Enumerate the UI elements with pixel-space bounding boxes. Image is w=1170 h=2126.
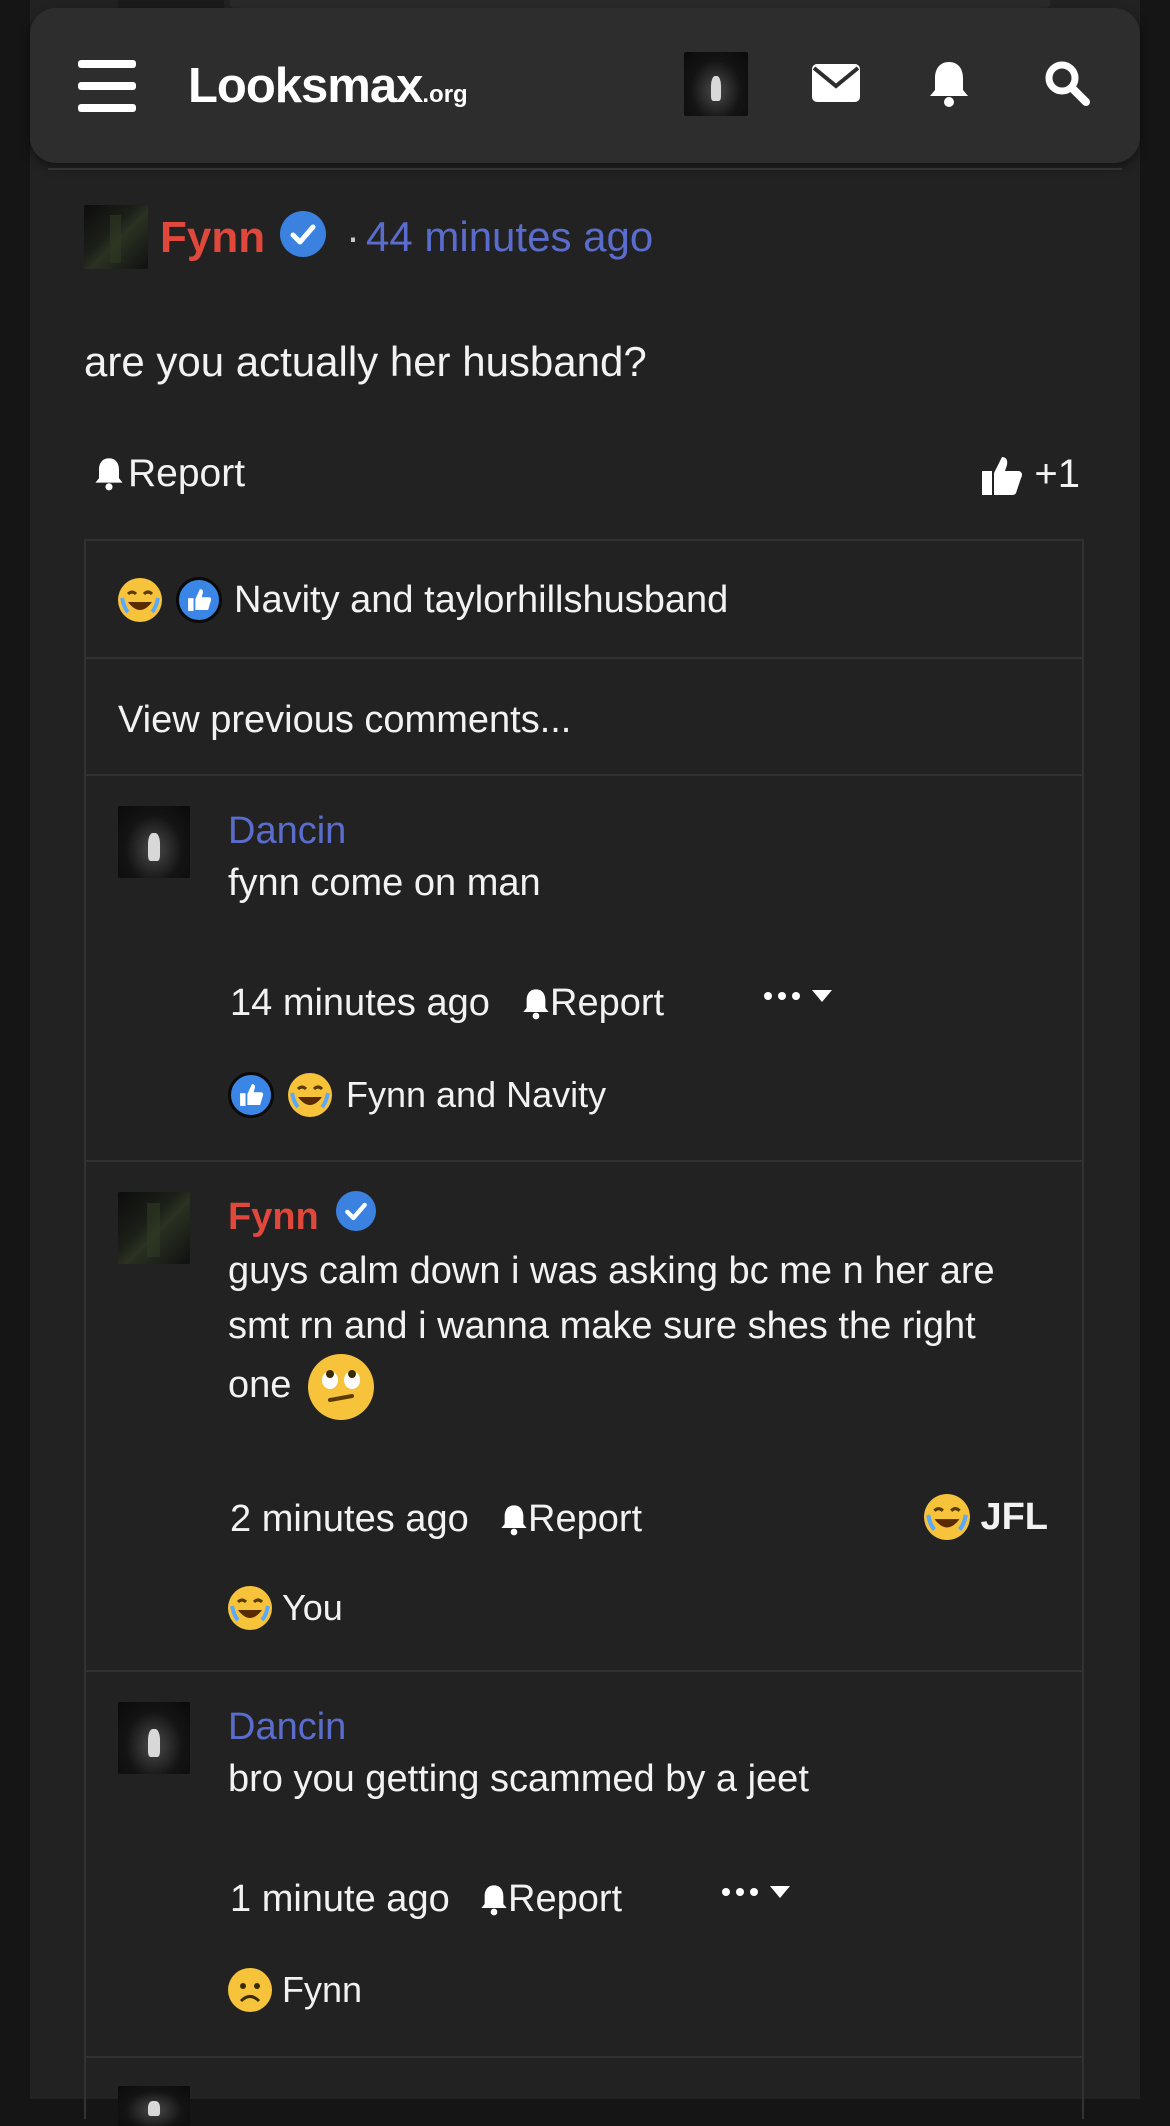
comment-text: bro you getting scammed by a jeet bbox=[228, 1758, 809, 1800]
reactions-text: Fynn bbox=[282, 1969, 363, 2010]
partial-avatar bbox=[118, 0, 224, 8]
verified-badge-icon bbox=[336, 1191, 376, 1231]
site-logo[interactable]: Looksmax.org bbox=[188, 58, 468, 114]
user-avatar[interactable] bbox=[684, 52, 748, 116]
report-label: Report bbox=[508, 1878, 623, 1920]
comment-report-button[interactable]: Report bbox=[522, 982, 664, 1025]
comment-item: Fynn guys calm down i was asking bc me n… bbox=[86, 1162, 1082, 1670]
comment-avatar[interactable] bbox=[118, 1702, 190, 1774]
verified-badge-icon bbox=[280, 211, 326, 257]
divider bbox=[86, 2056, 1082, 2058]
post-actions: Report +1 bbox=[84, 452, 1084, 502]
comment-report-button[interactable]: Report bbox=[500, 1498, 642, 1541]
comment-reactions[interactable]: Fynn bbox=[228, 1968, 362, 2012]
comment-reactions[interactable]: Fynn and Navity bbox=[228, 1072, 606, 1118]
post-time-text: 44 minutes ago bbox=[366, 213, 654, 260]
logo-main: Looksmax bbox=[188, 59, 423, 113]
post-header: Fynn · 44 minutes ago bbox=[84, 205, 1084, 269]
laughing-emoji-icon bbox=[288, 1073, 332, 1117]
view-previous-comments-link[interactable]: View previous comments... bbox=[118, 699, 571, 742]
divider bbox=[86, 657, 1082, 659]
comment-avatar[interactable] bbox=[118, 1192, 190, 1264]
like-count: +1 bbox=[1034, 452, 1080, 496]
reaction-summary-text: Navity and taylorhillshusband bbox=[234, 578, 729, 621]
post-author[interactable]: Fynn bbox=[160, 213, 265, 263]
comment-author[interactable]: Dancin bbox=[228, 810, 346, 853]
comment-item: Dancin bro you getting scammed by a jeet… bbox=[86, 1672, 1082, 2056]
report-bell-icon bbox=[523, 988, 549, 1019]
top-navbar: Looksmax.org bbox=[30, 8, 1140, 163]
laughing-emoji-icon bbox=[228, 1586, 272, 1630]
post-body: are you actually her husband? bbox=[84, 338, 647, 385]
report-bell-icon bbox=[501, 1504, 527, 1535]
more-options-button[interactable] bbox=[720, 1872, 800, 1922]
reactions-text: You bbox=[282, 1587, 343, 1628]
search-icon[interactable] bbox=[1044, 60, 1090, 111]
bell-icon[interactable] bbox=[928, 60, 970, 113]
jfl-reaction-button[interactable]: JFL bbox=[924, 1494, 1048, 1540]
comment-time[interactable]: 1 minute ago bbox=[230, 1878, 450, 1921]
comment-item: Dancin fynn come on man 14 minutes ago R… bbox=[86, 776, 1082, 1160]
jfl-label: JFL bbox=[980, 1495, 1048, 1538]
sad-emoji-icon bbox=[228, 1968, 272, 2012]
more-options-button[interactable] bbox=[762, 976, 842, 1026]
ellipsis-chevron-icon bbox=[764, 990, 832, 1002]
logo-tld: .org bbox=[422, 81, 468, 108]
like-reaction-icon bbox=[176, 577, 222, 623]
like-button[interactable]: +1 bbox=[980, 452, 1080, 497]
report-label: Report bbox=[528, 1498, 643, 1540]
comment-avatar[interactable] bbox=[118, 806, 190, 878]
comment-time[interactable]: 14 minutes ago bbox=[230, 982, 490, 1025]
comment-time[interactable]: 2 minutes ago bbox=[230, 1498, 469, 1541]
laughing-emoji-icon bbox=[118, 578, 162, 622]
comment-text: guys calm down i was asking bc me n her … bbox=[228, 1244, 1048, 1420]
ellipsis-chevron-icon bbox=[722, 1886, 790, 1898]
post-time[interactable]: · 44 minutes ago bbox=[346, 213, 653, 261]
reaction-summary[interactable]: Navity and taylorhillshusband bbox=[118, 577, 728, 623]
report-label: Report bbox=[550, 982, 665, 1024]
report-bell-icon bbox=[481, 1884, 507, 1915]
reactions-text: Fynn and Navity bbox=[346, 1074, 607, 1115]
comment-author[interactable]: Fynn bbox=[228, 1196, 319, 1239]
like-reaction-icon bbox=[228, 1072, 274, 1118]
author-avatar[interactable] bbox=[84, 205, 148, 269]
eye-roll-emoji-icon bbox=[307, 1354, 374, 1420]
comment-avatar[interactable] bbox=[118, 2086, 190, 2126]
partial-comment-input[interactable] bbox=[230, 0, 1050, 8]
comments-box: Navity and taylorhillshusband View previ… bbox=[84, 539, 1084, 2126]
report-label: Report bbox=[128, 452, 246, 495]
thumbs-up-icon bbox=[982, 456, 1023, 495]
comment-reactions[interactable]: You bbox=[228, 1586, 343, 1630]
mail-icon[interactable] bbox=[812, 64, 860, 107]
report-button[interactable]: Report bbox=[94, 452, 245, 496]
menu-icon[interactable] bbox=[78, 60, 136, 112]
comment-author[interactable]: Dancin bbox=[228, 1706, 346, 1749]
comment-text: fynn come on man bbox=[228, 862, 541, 904]
comment-report-button[interactable]: Report bbox=[480, 1878, 622, 1921]
report-bell-icon bbox=[95, 458, 123, 491]
laughing-emoji-icon bbox=[924, 1494, 971, 1540]
divider bbox=[48, 168, 1122, 170]
